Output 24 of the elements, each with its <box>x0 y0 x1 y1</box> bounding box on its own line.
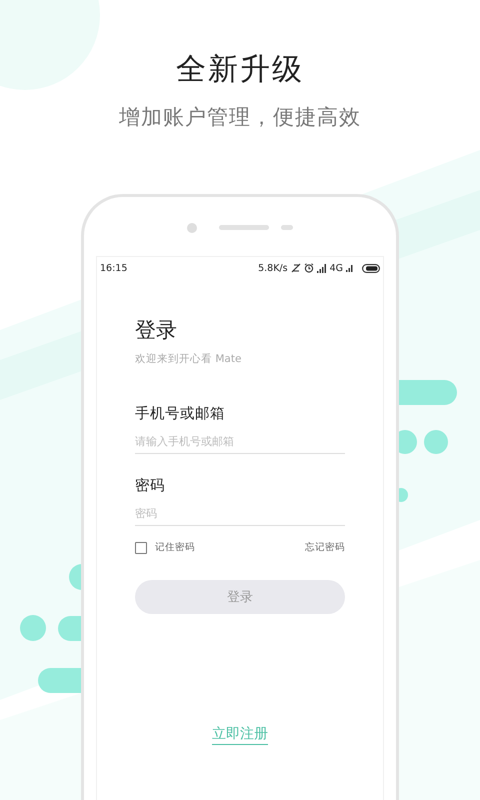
forgot-password-link[interactable]: 忘记密码 <box>305 541 345 554</box>
field-label: 密码 <box>135 476 166 495</box>
decor-dot <box>424 430 448 454</box>
login-title: 登录 <box>135 317 178 344</box>
promo-title: 全新升级 <box>176 51 304 89</box>
checkbox[interactable] <box>135 542 147 554</box>
alarm-icon <box>304 263 314 273</box>
promo-subtitle: 增加账户管理，便捷高效 <box>119 104 361 131</box>
input-field[interactable]: 密码 <box>135 505 345 526</box>
signal-icon <box>316 264 327 272</box>
sensor-icon <box>281 225 293 230</box>
remember-label: 记住密码 <box>155 541 195 554</box>
network-speed: 5.8K/s <box>258 262 288 274</box>
status-time: 16:15 <box>100 262 128 274</box>
decor-dot <box>20 615 46 641</box>
camera-icon <box>187 222 197 232</box>
signal-icon <box>346 264 353 272</box>
battery-icon <box>362 264 380 272</box>
input-field[interactable]: 请输入手机号或邮箱 <box>135 433 345 454</box>
welcome-text: 欢迎来到开心看 Mate <box>135 352 242 366</box>
network-type: 4G <box>330 262 343 274</box>
speaker-icon <box>219 225 269 230</box>
register-link[interactable]: 立即注册 <box>212 725 268 745</box>
field-label: 手机号或邮箱 <box>135 404 226 423</box>
